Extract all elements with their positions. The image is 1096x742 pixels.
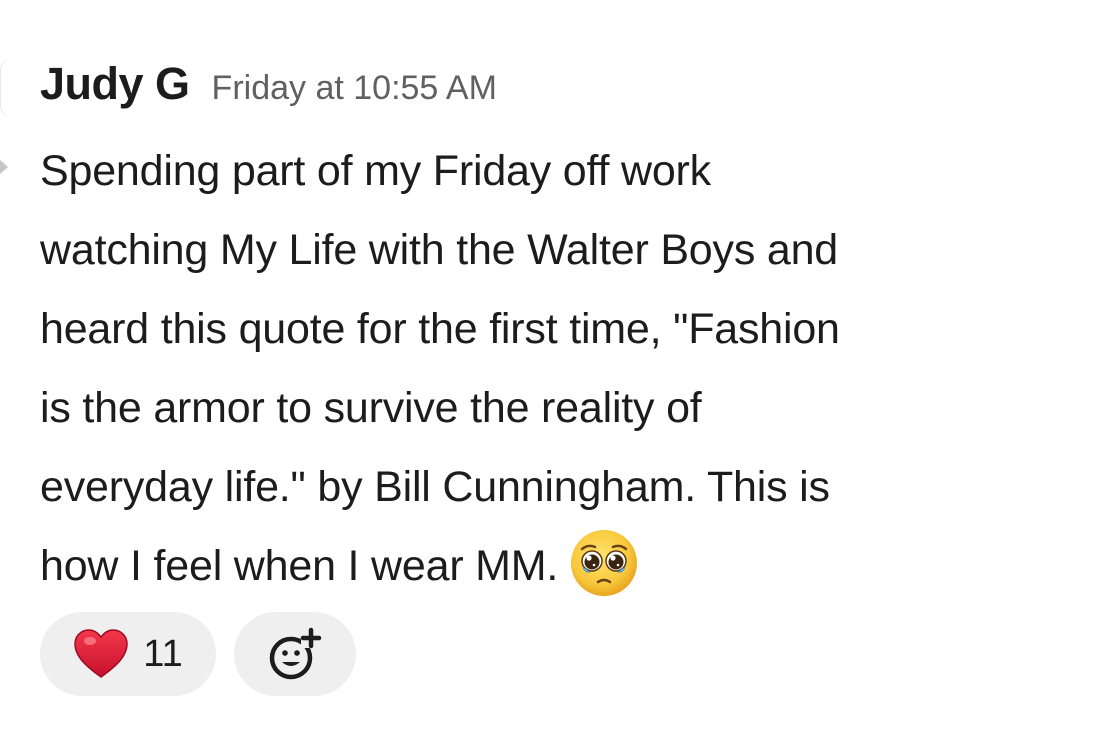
message-line: is the armor to survive the reality of	[40, 384, 702, 432]
heart-reaction-button[interactable]: 11	[40, 612, 216, 696]
message-header: Judy G Friday at 10:55 AM	[40, 58, 1080, 114]
message-last-line: how I feel when I wear MM.	[40, 527, 1070, 606]
message-body: Spending part of my Friday off work watc…	[40, 132, 1070, 606]
message-line: Spending part of my Friday off work	[40, 147, 711, 195]
add-reaction-icon	[269, 627, 322, 680]
author-name[interactable]: Judy G	[40, 58, 190, 110]
pleading-face-emoji-icon	[571, 529, 638, 596]
thread-caret-icon	[0, 160, 8, 174]
reaction-count: 11	[143, 632, 183, 675]
message-line: how I feel when I wear MM.	[40, 542, 559, 590]
chat-message: Judy G Friday at 10:55 AM Spending part …	[40, 58, 1080, 606]
message-line: watching My Life with the Walter Boys an…	[40, 226, 839, 274]
message-line: everyday life." by Bill Cunningham. This…	[40, 463, 830, 511]
heart-emoji-icon	[74, 629, 129, 678]
message-timestamp[interactable]: Friday at 10:55 AM	[212, 69, 497, 108]
message-line: heard this quote for the first time, "Fa…	[40, 305, 840, 353]
reactions-bar: 11	[40, 612, 356, 696]
previous-message-edge	[0, 58, 13, 118]
add-reaction-button[interactable]	[234, 612, 356, 696]
